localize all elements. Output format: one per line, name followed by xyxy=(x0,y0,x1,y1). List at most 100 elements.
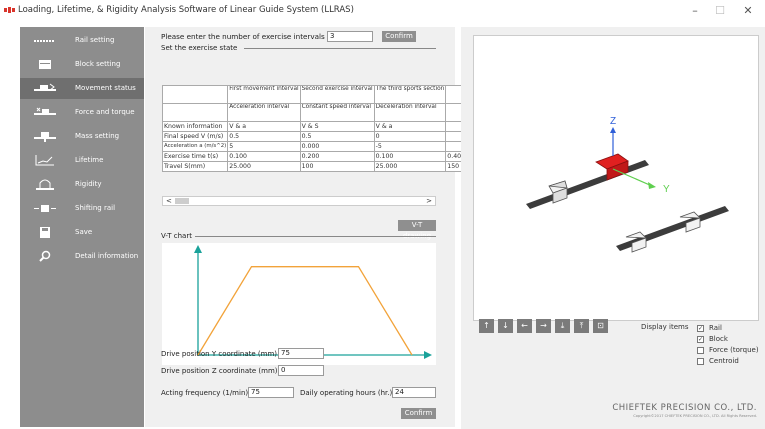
sidebar-item-label: Save xyxy=(75,228,93,236)
view-left-button[interactable]: ← xyxy=(517,319,532,333)
sidebar-item-label: Movement status xyxy=(75,84,136,92)
vt-chart xyxy=(162,243,436,365)
sidebar-item-force-and-torque[interactable]: Force and torque xyxy=(20,102,144,123)
sidebar-item-save[interactable]: Save xyxy=(20,222,144,243)
acting-frequency-label: Acting frequency (1/min) xyxy=(161,389,249,397)
sidebar-item-lifetime[interactable]: Lifetime xyxy=(20,150,144,171)
input-panel: Please enter the number of exercise inte… xyxy=(145,27,478,427)
rail-checkbox[interactable]: ✓ xyxy=(697,325,704,332)
table-header: The third sports section xyxy=(373,85,447,104)
sidebar-item-label: Force and torque xyxy=(75,108,135,116)
drive-y-input[interactable]: 75 xyxy=(278,348,324,359)
sidebar: Rail setting Block setting Movement stat… xyxy=(20,27,144,427)
block-checkbox-label: Block xyxy=(709,335,728,343)
table-cell: Acceleration a (m/s^2) xyxy=(161,141,229,152)
table-cell: Travel S(mm) xyxy=(161,161,229,172)
scroll-thumb[interactable] xyxy=(175,198,189,204)
view-down-button[interactable]: ↓ xyxy=(498,319,513,333)
table-cell: Deceleration interval xyxy=(373,103,447,122)
table-cell xyxy=(161,103,229,122)
view-zoom-out-button[interactable]: ⤒ xyxy=(574,319,589,333)
table-cell[interactable]: 0 xyxy=(373,131,447,142)
scroll-right-icon[interactable]: > xyxy=(426,197,432,206)
sidebar-item-rail-setting[interactable]: Rail setting xyxy=(20,30,144,51)
search-icon xyxy=(39,250,51,262)
operating-hours-input[interactable]: 24 xyxy=(392,387,436,398)
sidebar-item-rigidity[interactable]: Rigidity xyxy=(20,174,144,195)
title-bar: Loading, Lifetime, & Rigidity Analysis S… xyxy=(0,0,765,22)
section-divider xyxy=(244,48,436,49)
mass-icon xyxy=(34,132,56,142)
sidebar-item-movement-status[interactable]: Movement status xyxy=(20,78,144,99)
rail-icon xyxy=(34,40,54,42)
force-icon xyxy=(34,107,56,115)
table-cell[interactable]: 5 xyxy=(227,141,301,152)
table-cell[interactable]: 0.200 xyxy=(299,151,375,162)
y-axis-label: Y xyxy=(663,184,670,195)
table-cell[interactable]: V & a xyxy=(373,121,447,132)
drive-confirm-button[interactable]: Confirm xyxy=(401,408,436,419)
intervals-input[interactable]: 3 xyxy=(327,31,373,42)
window-title: Loading, Lifetime, & Rigidity Analysis S… xyxy=(18,5,354,15)
block-checkbox[interactable]: ✓ xyxy=(697,336,704,343)
table-row: Acceleration a (m/s^2) 5 0.000 -5 xyxy=(161,141,478,152)
view-up-button[interactable]: ↑ xyxy=(479,319,494,333)
table-cell[interactable]: 0.5 xyxy=(227,131,301,142)
intervals-confirm-button[interactable]: Confirm xyxy=(382,31,416,42)
table-cell[interactable]: 100 xyxy=(299,161,375,172)
force-torque-checkbox[interactable] xyxy=(697,347,704,354)
app-window: Loading, Lifetime, & Rigidity Analysis S… xyxy=(0,0,765,429)
sidebar-item-mass-setting[interactable]: Mass setting xyxy=(20,126,144,147)
table-cell[interactable]: 0.000 xyxy=(299,141,375,152)
display-items-label: Display items xyxy=(641,323,689,331)
table-cell[interactable]: 0.100 xyxy=(373,151,447,162)
view-zoom-in-button[interactable]: ⤓ xyxy=(555,319,570,333)
exercise-state-title: Set the exercise state xyxy=(161,44,238,52)
table-cell: Final speed V (m/s) xyxy=(161,131,229,142)
table-cell[interactable]: 0.5 xyxy=(299,131,375,142)
sidebar-item-shifting-rail[interactable]: Shifting rail xyxy=(20,198,144,219)
x-axis-arrow-icon xyxy=(424,351,432,359)
close-button[interactable]: ✕ xyxy=(736,3,760,19)
save-icon xyxy=(40,227,50,238)
table-cell: Exercise time t(s) xyxy=(161,151,229,162)
sidebar-item-label: Detail information xyxy=(75,252,139,260)
table-cell: Constant speed interval xyxy=(299,103,375,122)
table-cell: Known information xyxy=(161,121,229,132)
vt-drawing-button[interactable]: V-T drawing xyxy=(398,220,436,240)
table-cell[interactable]: V & S xyxy=(299,121,375,132)
3d-viewport[interactable]: Z Y xyxy=(473,35,759,321)
maximize-button[interactable]: ☐ xyxy=(708,3,732,19)
table-cell[interactable]: -5 xyxy=(373,141,447,152)
table-row: First movement interval Second exercise … xyxy=(161,85,478,104)
table-scrollbar[interactable]: < > xyxy=(162,196,436,206)
sidebar-item-label: Block setting xyxy=(75,60,121,68)
velocity-line xyxy=(197,266,413,356)
drive-z-input[interactable]: 0 xyxy=(278,365,324,376)
minimize-button[interactable]: – xyxy=(683,3,707,19)
table-cell[interactable]: 0.100 xyxy=(227,151,301,162)
operating-hours-label: Daily operating hours (hr.) xyxy=(300,389,393,397)
rail-upper xyxy=(526,160,649,209)
block-icon xyxy=(39,60,51,69)
acting-frequency-input[interactable]: 75 xyxy=(248,387,294,398)
sidebar-item-label: Lifetime xyxy=(75,156,104,164)
centroid-checkbox[interactable] xyxy=(697,358,704,365)
view-panel: Z Y ↑ ↓ ← → ⤓ ⤒ ⊡ Display items ✓ Rail ✓… xyxy=(461,27,765,429)
movement-icon xyxy=(34,83,56,91)
view-reset-button[interactable]: ⊡ xyxy=(593,319,608,333)
table-cell[interactable]: 25.000 xyxy=(227,161,301,172)
table-cell[interactable]: 25.000 xyxy=(373,161,447,172)
scroll-left-icon[interactable]: < xyxy=(166,197,172,206)
table-cell: Acceleration interval xyxy=(227,103,301,122)
sidebar-item-label: Mass setting xyxy=(75,132,120,140)
centroid-checkbox-label: Centroid xyxy=(709,357,739,365)
sidebar-item-label: Rigidity xyxy=(75,180,102,188)
sidebar-item-detail-information[interactable]: Detail information xyxy=(20,246,144,267)
y-axis-3d-arrow-icon xyxy=(648,182,656,189)
table-cell xyxy=(161,85,229,104)
view-right-button[interactable]: → xyxy=(536,319,551,333)
section-divider xyxy=(195,236,436,237)
sidebar-item-block-setting[interactable]: Block setting xyxy=(20,54,144,75)
table-cell[interactable]: V & a xyxy=(227,121,301,132)
